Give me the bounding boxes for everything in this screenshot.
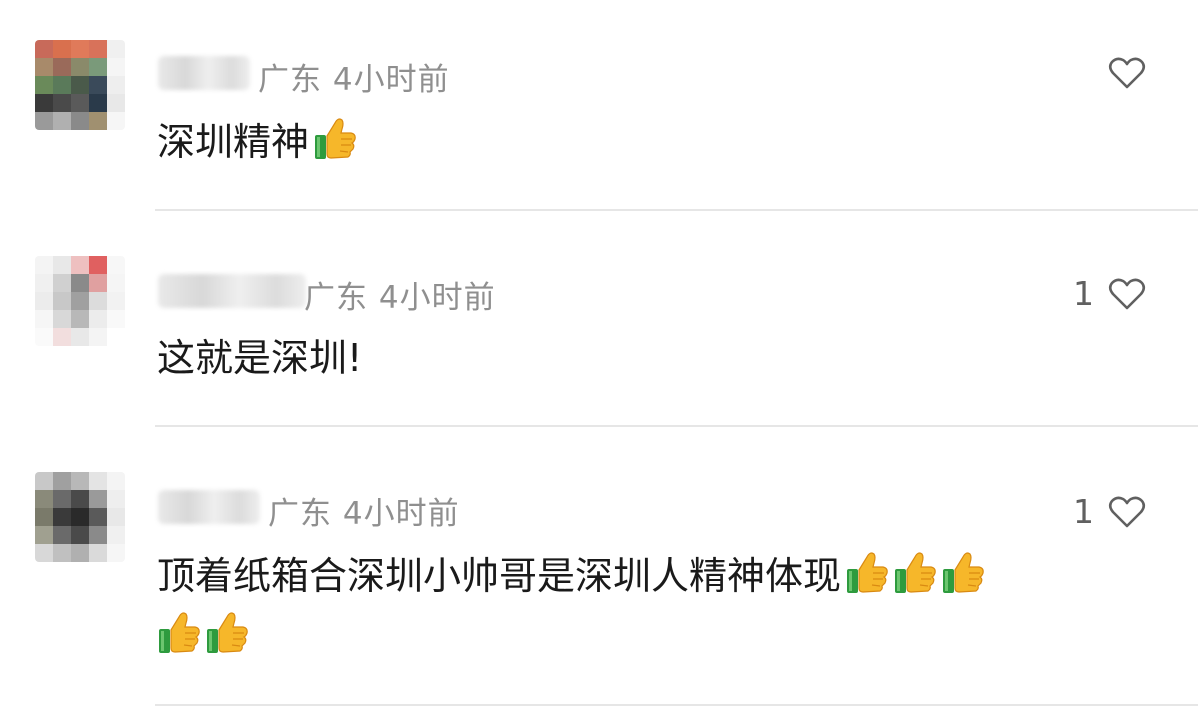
comment-text: 顶着纸箱合深圳小帅哥是深圳人精神体现	[157, 546, 985, 606]
heart-icon	[1108, 495, 1146, 529]
thumbs-up-icon	[845, 549, 889, 595]
thumbs-up-icon	[157, 609, 201, 655]
comment-meta: 广东 4小时前	[268, 488, 460, 533]
timestamp: 4小时前	[342, 496, 460, 532]
like-count: 1	[1073, 492, 1094, 531]
divider	[155, 704, 1198, 706]
like-button[interactable]: 1	[1073, 492, 1146, 531]
comment-text-content: 顶着纸箱合深圳小帅哥是深圳人精神体现	[157, 554, 842, 598]
thumbs-up-icon	[893, 549, 937, 595]
comment-item: 广东 4小时前 1 顶着纸箱合深圳小帅哥是深圳人精神体现	[0, 0, 1198, 724]
comment-emoji-line	[157, 606, 249, 666]
location: 广东	[268, 496, 332, 532]
thumbs-up-icon	[205, 609, 249, 655]
avatar[interactable]	[35, 472, 125, 562]
thumbs-up-icon	[941, 549, 985, 595]
username-blurred[interactable]	[158, 490, 260, 524]
